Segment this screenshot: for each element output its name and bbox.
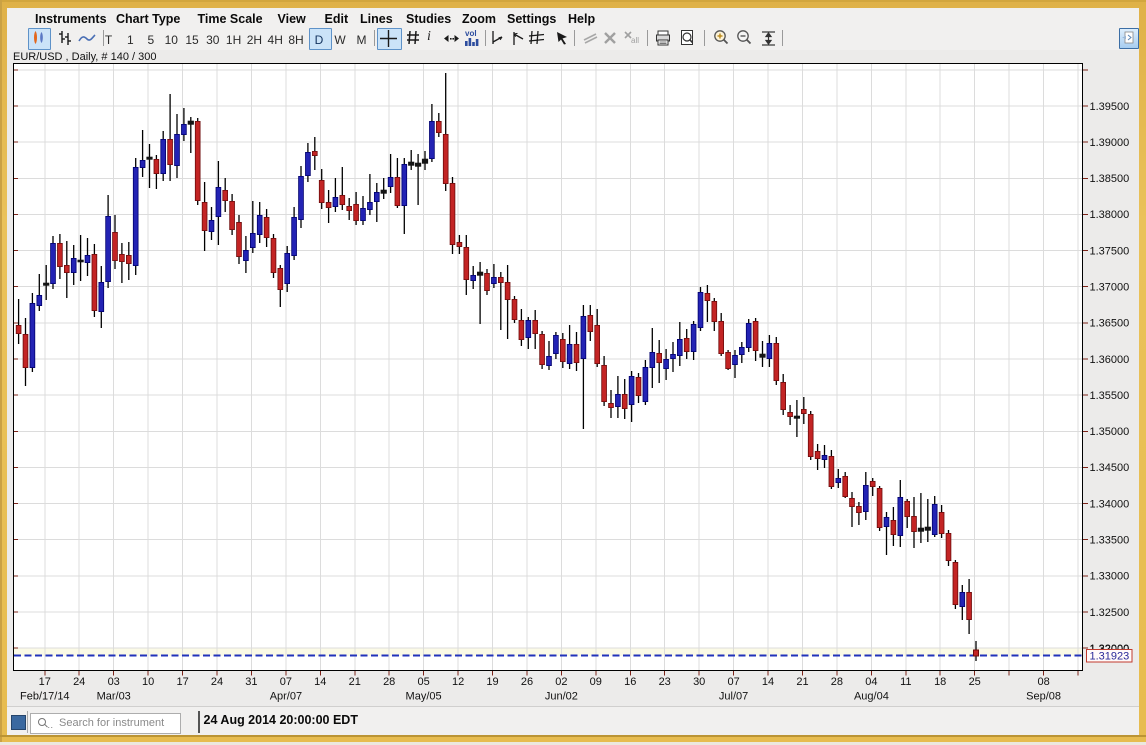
svg-text:12: 12 — [452, 676, 464, 688]
svg-text:19: 19 — [486, 676, 498, 688]
svg-text:03: 03 — [108, 676, 120, 688]
svg-text:1.35000: 1.35000 — [1090, 426, 1130, 438]
svg-text:1.36000: 1.36000 — [1090, 354, 1130, 366]
svg-text:Aug/04: Aug/04 — [854, 691, 889, 703]
svg-text:1.39500: 1.39500 — [1090, 101, 1130, 113]
svg-text:Apr/07: Apr/07 — [270, 691, 302, 703]
svg-text:23: 23 — [659, 676, 671, 688]
svg-text:14: 14 — [314, 676, 326, 688]
svg-text:1.38500: 1.38500 — [1090, 173, 1130, 185]
svg-text:Jun/02: Jun/02 — [545, 691, 578, 703]
svg-text:26: 26 — [521, 676, 533, 688]
svg-text:Sep/08: Sep/08 — [1026, 691, 1061, 703]
svg-text:08: 08 — [1037, 676, 1049, 688]
svg-text:16: 16 — [624, 676, 636, 688]
svg-text:25: 25 — [969, 676, 981, 688]
svg-text:21: 21 — [796, 676, 808, 688]
svg-text:1.31923: 1.31923 — [1090, 651, 1130, 663]
svg-text:May/05: May/05 — [406, 691, 442, 703]
svg-text:Jul/07: Jul/07 — [719, 691, 748, 703]
svg-text:05: 05 — [417, 676, 429, 688]
svg-text:17: 17 — [176, 676, 188, 688]
svg-text:14: 14 — [762, 676, 774, 688]
svg-text:1.33000: 1.33000 — [1090, 571, 1130, 583]
svg-text:09: 09 — [590, 676, 602, 688]
svg-text:1.37500: 1.37500 — [1090, 245, 1130, 257]
svg-text:10: 10 — [142, 676, 154, 688]
svg-text:1.34000: 1.34000 — [1090, 498, 1130, 510]
svg-text:1.34500: 1.34500 — [1090, 462, 1130, 474]
svg-text:02: 02 — [555, 676, 567, 688]
svg-text:17: 17 — [39, 676, 51, 688]
svg-text:28: 28 — [383, 676, 395, 688]
svg-text:24: 24 — [211, 676, 223, 688]
svg-text:07: 07 — [280, 676, 292, 688]
svg-text:Feb/17/14: Feb/17/14 — [20, 691, 70, 703]
svg-text:1.39000: 1.39000 — [1090, 137, 1130, 149]
svg-text:1.35500: 1.35500 — [1090, 390, 1130, 402]
svg-text:04: 04 — [865, 676, 877, 688]
svg-text:1.32500: 1.32500 — [1090, 607, 1130, 619]
svg-text:31: 31 — [245, 676, 257, 688]
svg-text:Mar/03: Mar/03 — [97, 691, 131, 703]
svg-text:1.37000: 1.37000 — [1090, 282, 1130, 294]
svg-text:1.38000: 1.38000 — [1090, 209, 1130, 221]
svg-text:28: 28 — [831, 676, 843, 688]
svg-text:24: 24 — [73, 676, 85, 688]
svg-text:1.33500: 1.33500 — [1090, 535, 1130, 547]
svg-text:30: 30 — [693, 676, 705, 688]
svg-text:11: 11 — [900, 676, 911, 688]
svg-text:18: 18 — [934, 676, 946, 688]
svg-text:07: 07 — [727, 676, 739, 688]
svg-text:21: 21 — [349, 676, 361, 688]
svg-text:1.36500: 1.36500 — [1090, 318, 1130, 330]
